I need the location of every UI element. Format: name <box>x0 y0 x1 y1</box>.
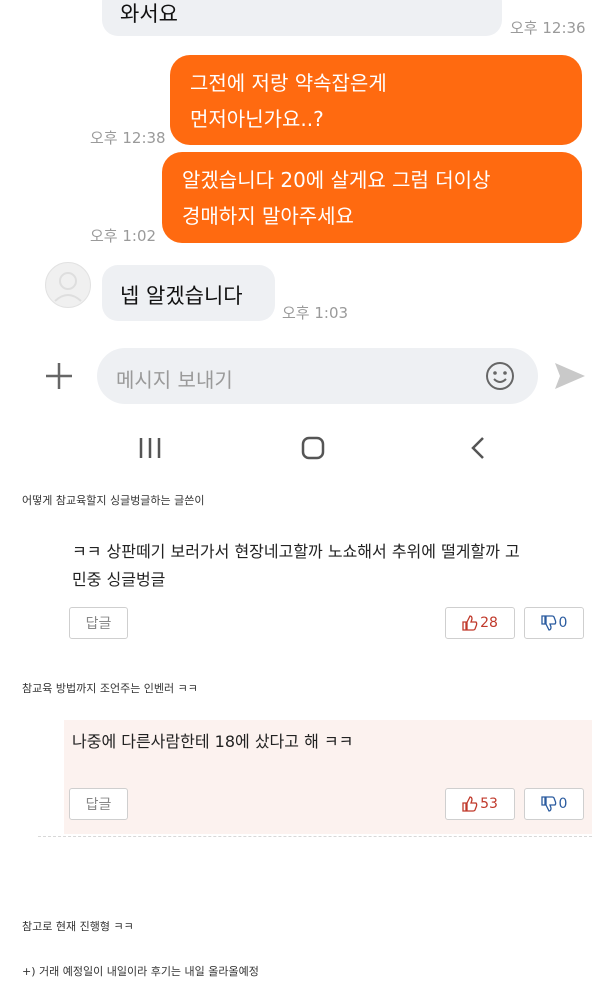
like-count: 53 <box>480 796 498 812</box>
message-text-line: 알겠습니다 20에 살게요 그럼 더이상 <box>182 168 491 192</box>
thumb-up-icon <box>462 615 478 631</box>
message-text: 넵 알겠습니다 <box>120 284 243 308</box>
caption-text: 어떻게 참교육할지 싱글벙글하는 글쓴이 <box>22 494 205 507</box>
comment-text-line: 나중에 다른사람한테 18에 샀다고 해 ㅋㅋ <box>72 732 354 751</box>
message-text: 와서요 <box>120 2 178 26</box>
incoming-message-bubble: 와서요 <box>102 0 502 36</box>
back-icon[interactable] <box>468 436 488 460</box>
comment-text-line: ㅋㅋ 상판떼기 보러가서 현장네고할까 노쇼해서 추위에 떨게할까 고 <box>72 542 520 561</box>
message-text-line: 그전에 저랑 약속잡은게 <box>190 71 387 95</box>
message-input-placeholder: 메시지 보내기 <box>116 368 233 392</box>
plus-icon[interactable] <box>43 360 75 392</box>
message-timestamp: 오후 1:03 <box>282 304 349 322</box>
message-input[interactable]: 메시지 보내기 <box>97 348 538 404</box>
thumb-down-icon <box>540 796 557 812</box>
message-timestamp: 오후 1:02 <box>90 227 157 245</box>
message-text-line: 먼저아닌가요..? <box>190 107 324 131</box>
comment-text-line: 민중 싱글벙글 <box>72 570 166 589</box>
caption-text: +) 거래 예정일이 내일이라 후기는 내일 올라올예정 <box>22 965 259 978</box>
like-count: 28 <box>480 615 498 631</box>
caption-text: 참고로 현재 진행형 ㅋㅋ <box>22 920 134 933</box>
caption-text: 참교육 방법까지 조언주는 인벤러 ㅋㅋ <box>22 682 198 695</box>
smiley-icon[interactable] <box>484 360 516 392</box>
dislike-button[interactable]: 0 <box>524 788 584 820</box>
like-button[interactable]: 28 <box>445 607 515 639</box>
reply-button-label: 답글 <box>85 797 112 813</box>
reply-button-label: 답글 <box>85 616 112 632</box>
comment-highlighted: 나중에 다른사람한테 18에 샀다고 해 ㅋㅋ 답글 53 0 <box>64 720 592 834</box>
dislike-button[interactable]: 0 <box>524 607 584 639</box>
message-timestamp: 오후 12:36 <box>510 19 586 37</box>
like-button[interactable]: 53 <box>445 788 515 820</box>
home-icon[interactable] <box>301 436 325 460</box>
thumb-down-icon <box>540 615 557 631</box>
recent-apps-icon[interactable] <box>138 436 162 460</box>
outgoing-message-bubble: 알겠습니다 20에 살게요 그럼 더이상 경매하지 말아주세요 <box>162 152 582 243</box>
reply-button[interactable]: 답글 <box>69 607 128 639</box>
avatar[interactable] <box>45 262 91 308</box>
message-timestamp: 오후 12:38 <box>90 129 166 147</box>
dislike-count: 0 <box>558 796 568 812</box>
thumb-up-icon <box>462 796 478 812</box>
divider <box>38 836 592 837</box>
send-icon[interactable] <box>553 361 587 391</box>
message-text-line: 경매하지 말아주세요 <box>182 204 354 228</box>
reply-button[interactable]: 답글 <box>69 788 128 820</box>
comment: ㅋㅋ 상판떼기 보러가서 현장네고할까 노쇼해서 추위에 떨게할까 고 민중 싱… <box>64 520 594 650</box>
incoming-message-bubble: 넵 알겠습니다 <box>102 265 275 321</box>
dislike-count: 0 <box>558 615 568 631</box>
outgoing-message-bubble: 그전에 저랑 약속잡은게 먼저아닌가요..? <box>170 55 582 145</box>
